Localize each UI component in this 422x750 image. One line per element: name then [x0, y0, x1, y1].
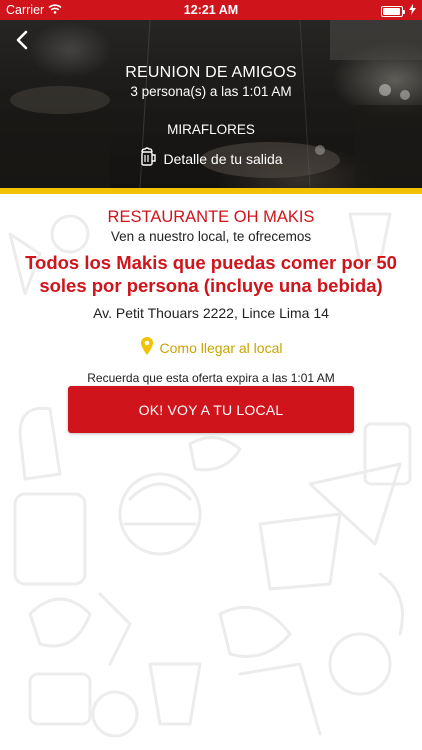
status-bar: Carrier 12:21 AM [0, 0, 422, 20]
event-title: REUNION DE AMIGOS [125, 64, 297, 81]
bolt-icon [409, 4, 416, 18]
status-time: 12:21 AM [183, 3, 239, 17]
go-to-restaurant-button[interactable]: OK! VOY A TU LOCAL [68, 386, 354, 433]
directions-label: Como llegar al local [159, 339, 283, 356]
back-button[interactable] [10, 28, 34, 52]
restaurant-name: RESTAURANTE OH MAKIS [107, 208, 315, 226]
detail-label: Detalle de tu salida [163, 150, 283, 167]
chevron-left-icon [16, 30, 28, 50]
map-pin-icon [140, 336, 154, 359]
directions-link[interactable]: Como llegar al local [0, 336, 422, 359]
event-subtitle: 3 persona(s) a las 1:01 AM [130, 84, 292, 99]
detail-link[interactable]: Detalle de tu salida [0, 147, 422, 170]
restaurant-address: Av. Petit Thouars 2222, Lince Lima 14 [93, 305, 329, 321]
offer-expiry-note: Recuerda que esta oferta expira a las 1:… [87, 371, 335, 385]
beer-mug-icon [139, 147, 157, 170]
hero-banner: REUNION DE AMIGOS 3 persona(s) a las 1:0… [0, 20, 422, 188]
offer-intro: Ven a nuestro local, te ofrecemos [110, 229, 312, 244]
offer-description: Todos los Makis que puedas comer por 50 … [25, 252, 397, 296]
status-right [381, 4, 416, 18]
district-label: MIRAFLORES [167, 122, 255, 137]
battery-icon [381, 5, 405, 17]
